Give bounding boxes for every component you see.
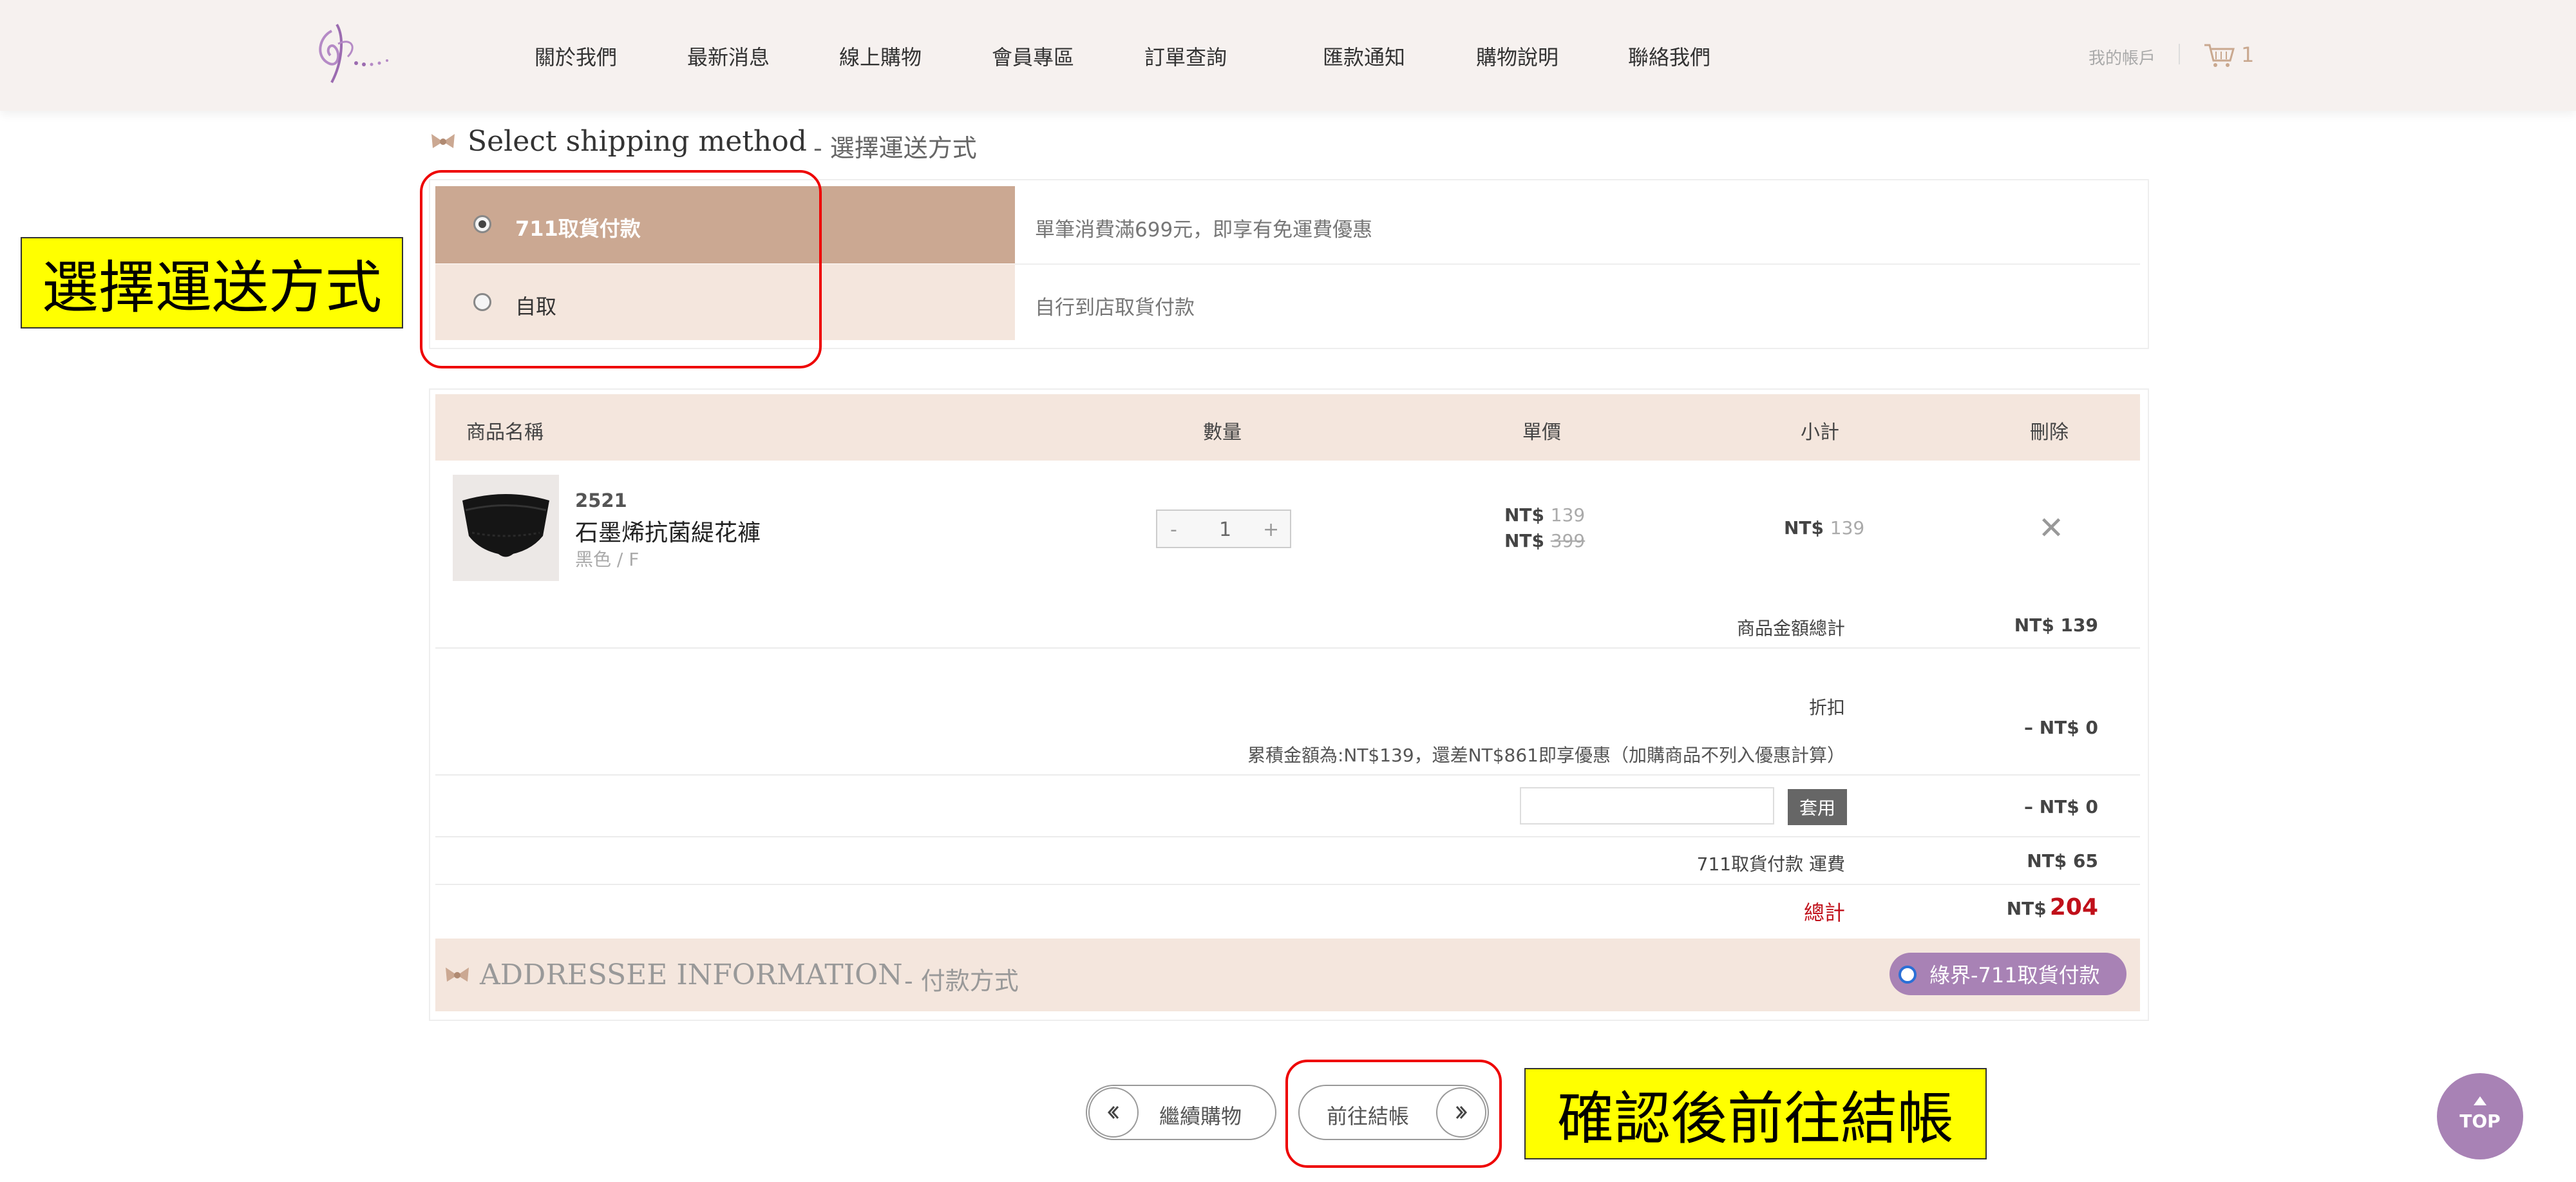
product-thumbnail-image[interactable] [453,475,559,581]
continue-shopping-label: 繼續購物 [1159,1104,1242,1129]
nav-contact[interactable]: 聯絡我們 [1628,41,1710,71]
nav-guide[interactable]: 購物說明 [1476,41,1558,71]
shipping-divider [1015,263,2140,265]
goods-total-label: 商品金額總計 [1736,618,1845,639]
nav-member[interactable]: 會員專區 [992,41,1074,71]
total-label: 總計 [1803,901,1845,925]
row-divider [435,884,2140,885]
shipping-title-zh: - 選擇運送方式 [813,134,977,162]
discount-value: – NT$ 0 [2024,717,2098,738]
top-label: TOP [2459,1111,2501,1132]
subtotal-value: 139 [1830,517,1865,539]
cart-count-badge[interactable]: 1 [2241,43,2254,67]
nav-news[interactable]: 最新消息 [687,41,770,71]
shipping-annotation: 選擇運送方式 [21,237,403,329]
row-divider [435,774,2140,776]
total-value: 204 [2049,894,2098,920]
col-delete: 刪除 [2030,421,2069,444]
payment-method-option[interactable]: 綠界-711取貨付款 [1889,953,2126,995]
payment-radio[interactable] [1899,966,1917,984]
unit-price-value: 139 [1550,504,1586,526]
qty-plus-button[interactable]: + [1263,519,1279,541]
double-chevron-left-glyph [1107,1106,1119,1119]
nav-remit[interactable]: 匯款通知 [1323,41,1405,71]
original-price: NT$ 399 [1504,530,1585,551]
back-to-top-button[interactable]: TOP [2437,1073,2523,1159]
checkout-annotation: 確認後前往結帳 [1524,1068,1987,1159]
cart-header-row [435,394,2140,461]
double-chevron-left-icon [1088,1087,1139,1138]
my-account-link[interactable]: 我的帳戶 [2088,45,2155,69]
delete-item-icon[interactable]: ✕ [2038,510,2064,546]
total-amount: NT$ 204 [1971,894,2098,920]
goods-total-value: NT$ 139 [2014,615,2098,636]
col-product: 商品名稱 [466,421,544,444]
row-divider [435,647,2140,649]
shipping-fee-value: NT$ 65 [2027,850,2098,872]
cart-table [429,388,2149,1021]
qty-value[interactable]: 1 [1219,519,1231,541]
nav-order[interactable]: 訂單查詢 [1144,41,1227,71]
total-currency: NT$ [2006,898,2047,919]
bow-icon [446,968,469,982]
qty-minus-button[interactable]: - [1170,519,1177,541]
shipping-title: Select shipping method [468,125,807,158]
col-price: 單價 [1522,421,1561,444]
product-code: 2521 [575,490,627,511]
addressee-title: ADDRESSEE INFORMATION [480,958,903,991]
shipping-desc-711: 單筆消費滿699元，即享有免運費優惠 [1035,218,1373,242]
original-price-value: 399 [1550,530,1586,551]
addressee-title-zh: - 付款方式 [904,967,1019,995]
discount-label: 折扣 [1808,697,1845,718]
checkout-highlight-ring [1285,1060,1502,1168]
arrow-up-icon [2474,1096,2486,1105]
nav-shop[interactable]: 線上購物 [839,41,922,71]
header-divider [2179,44,2180,64]
apply-coupon-button[interactable]: 套用 [1788,789,1847,825]
discount-note: 累積金額為:NT$139，還差NT$861即享優惠（加購商品不列入優惠計算） [1247,745,1845,766]
shipping-highlight-ring [420,170,822,368]
unit-price: NT$ 139 [1504,504,1585,526]
brand-logo-icon[interactable] [299,18,396,92]
product-name[interactable]: 石墨烯抗菌緹花褲 [575,514,761,548]
subtotal-currency: NT$ [1784,517,1824,539]
bow-icon [431,134,455,148]
product-variant: 黑色 / F [575,549,639,570]
coupon-discount-value: – NT$ 0 [2024,796,2098,817]
col-subtotal: 小計 [1801,421,1839,444]
item-subtotal: NT$ 139 [1784,517,1864,539]
col-qty: 數量 [1203,421,1242,444]
original-price-currency: NT$ [1504,530,1545,551]
row-divider [435,836,2140,837]
unit-price-currency: NT$ [1504,504,1545,526]
coupon-input[interactable] [1520,787,1774,825]
cart-icon[interactable] [2203,43,2235,68]
quantity-stepper: - 1 + [1156,510,1291,548]
shipping-desc-pickup: 自行到店取貨付款 [1035,296,1195,319]
shipping-fee-label: 711取貨付款 運費 [1696,853,1845,875]
nav-about[interactable]: 關於我們 [535,41,617,71]
